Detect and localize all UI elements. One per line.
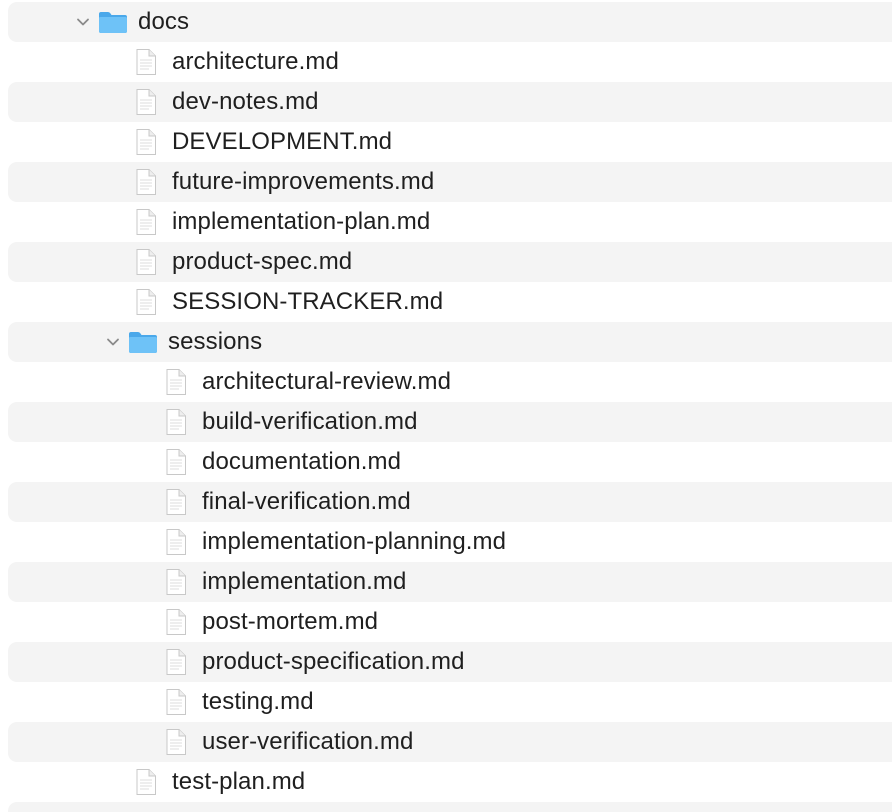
document-icon <box>166 649 186 675</box>
file-label: SESSION-TRACKER.md <box>172 288 444 315</box>
document-icon <box>166 569 186 595</box>
file-label: implementation-planning.md <box>202 528 507 555</box>
file-row[interactable]: testing.md <box>0 682 892 722</box>
file-row[interactable]: future-improvements.md <box>0 162 892 202</box>
file-row[interactable]: implementation-plan.md <box>0 202 892 242</box>
file-row[interactable]: SESSION-TRACKER.md <box>0 282 892 322</box>
file-label: architectural-review.md <box>202 368 452 395</box>
file-label: build-verification.md <box>202 408 418 435</box>
document-icon <box>166 409 186 435</box>
document-icon <box>166 609 186 635</box>
document-icon <box>166 729 186 755</box>
file-row[interactable]: implementation-planning.md <box>0 522 892 562</box>
file-row[interactable]: test-plan.md <box>0 762 892 802</box>
folder-row-docs[interactable]: docs <box>0 2 892 42</box>
document-icon <box>166 449 186 475</box>
document-icon <box>136 169 156 195</box>
file-label: dev-notes.md <box>172 88 319 115</box>
file-tree: docs architecture.md dev-notes.md DEVELO… <box>0 2 892 802</box>
file-row[interactable]: product-spec.md <box>0 242 892 282</box>
chevron-down-icon[interactable] <box>72 11 94 33</box>
file-row[interactable]: build-verification.md <box>0 402 892 442</box>
chevron-down-icon[interactable] <box>102 331 124 353</box>
file-row[interactable]: architectural-review.md <box>0 362 892 402</box>
document-icon <box>136 769 156 795</box>
file-label: future-improvements.md <box>172 168 435 195</box>
folder-row-sessions[interactable]: sessions <box>0 322 892 362</box>
file-row[interactable]: architecture.md <box>0 42 892 82</box>
file-row[interactable]: implementation.md <box>0 562 892 602</box>
file-label: DEVELOPMENT.md <box>172 128 393 155</box>
partial-row <box>8 802 892 812</box>
file-label: user-verification.md <box>202 728 414 755</box>
file-row[interactable]: DEVELOPMENT.md <box>0 122 892 162</box>
folder-label: docs <box>138 8 190 35</box>
folder-icon <box>99 12 127 33</box>
document-icon <box>136 209 156 235</box>
file-row[interactable]: dev-notes.md <box>0 82 892 122</box>
document-icon <box>136 89 156 115</box>
document-icon <box>166 369 186 395</box>
document-icon <box>136 129 156 155</box>
file-row[interactable]: documentation.md <box>0 442 892 482</box>
document-icon <box>136 249 156 275</box>
folder-label: sessions <box>168 328 263 355</box>
file-label: implementation.md <box>202 568 407 595</box>
file-label: test-plan.md <box>172 768 306 795</box>
file-label: post-mortem.md <box>202 608 379 635</box>
file-row[interactable]: final-verification.md <box>0 482 892 522</box>
file-label: implementation-plan.md <box>172 208 431 235</box>
file-label: documentation.md <box>202 448 402 475</box>
document-icon <box>166 529 186 555</box>
document-icon <box>136 289 156 315</box>
file-row[interactable]: product-specification.md <box>0 642 892 682</box>
file-row[interactable]: user-verification.md <box>0 722 892 762</box>
file-label: architecture.md <box>172 48 339 75</box>
document-icon <box>136 49 156 75</box>
file-label: product-specification.md <box>202 648 465 675</box>
file-label: product-spec.md <box>172 248 353 275</box>
file-label: final-verification.md <box>202 488 411 515</box>
folder-icon <box>129 332 157 353</box>
document-icon <box>166 489 186 515</box>
file-row[interactable]: post-mortem.md <box>0 602 892 642</box>
file-label: testing.md <box>202 688 314 715</box>
document-icon <box>166 689 186 715</box>
